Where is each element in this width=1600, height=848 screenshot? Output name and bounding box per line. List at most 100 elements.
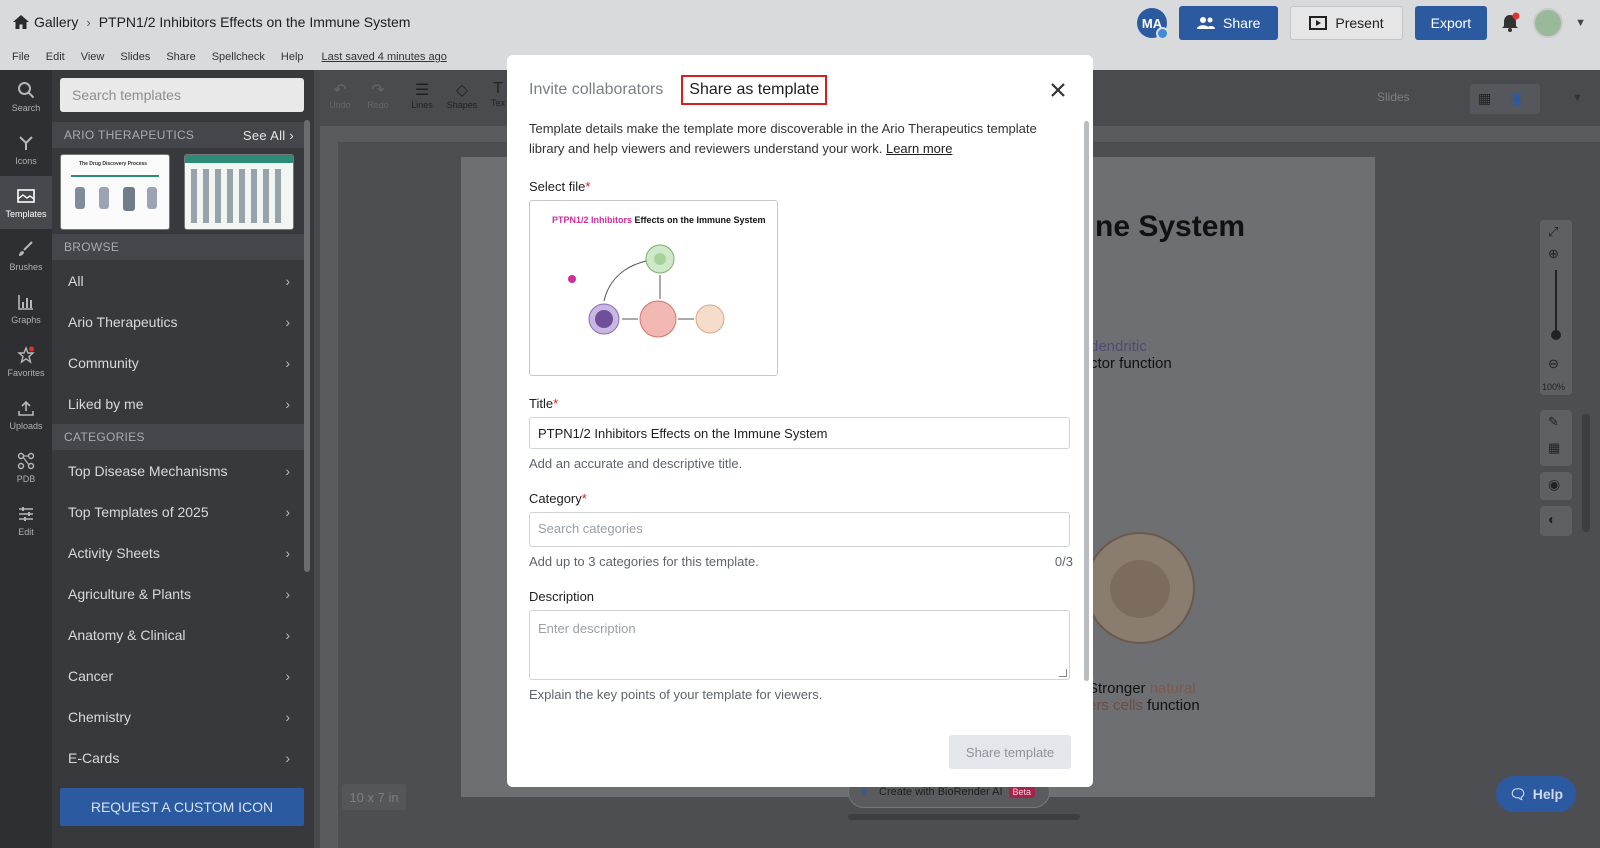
slide-text: ers cells function xyxy=(1088,697,1200,714)
zoom-level: 100% xyxy=(1542,382,1566,392)
help-button[interactable]: 🗨 Help xyxy=(1496,776,1576,812)
see-all-link[interactable]: See All › xyxy=(243,128,294,143)
gallery-link[interactable]: Gallery xyxy=(34,14,78,30)
rail-favorites[interactable]: Favorites xyxy=(0,335,52,388)
play-screen-icon xyxy=(1309,16,1328,30)
menu-share[interactable]: Share xyxy=(166,51,195,63)
user-avatar[interactable] xyxy=(1533,8,1564,38)
description-textarea[interactable]: Enter description xyxy=(529,610,1070,680)
chevron-right-icon: › xyxy=(285,708,290,725)
fit-screen-icon[interactable]: ⤢ xyxy=(1548,224,1558,240)
request-custom-icon-button[interactable]: REQUEST A CUSTOM ICON xyxy=(60,788,304,826)
zoom-out-icon[interactable]: ⊖ xyxy=(1548,356,1559,372)
canvas-horizontal-scrollbar[interactable] xyxy=(848,814,1080,820)
rail-pdb[interactable]: PDB xyxy=(0,441,52,494)
category-item[interactable]: Cancer › xyxy=(52,655,306,696)
category-item[interactable]: Agriculture & Plants › xyxy=(52,573,306,614)
cell-nucleus xyxy=(1110,560,1170,618)
thumbnail-line xyxy=(71,175,159,177)
chevron-down-icon[interactable]: ▼ xyxy=(1572,92,1583,104)
present-button[interactable]: Present xyxy=(1290,6,1403,40)
zoom-slider-handle[interactable] xyxy=(1551,330,1561,340)
single-view-icon[interactable]: ▣ xyxy=(1510,90,1523,107)
category-item-label: E-Cards xyxy=(68,749,120,766)
templates-icon xyxy=(17,188,35,203)
menu-view[interactable]: View xyxy=(81,51,105,63)
ruler-icon[interactable]: ✎ xyxy=(1548,414,1559,430)
search-templates-input[interactable]: Search templates xyxy=(60,78,304,112)
panel-scrollbar[interactable] xyxy=(304,120,310,572)
category-item[interactable]: Activity Sheets › xyxy=(52,532,306,573)
zoom-slider[interactable] xyxy=(1555,270,1557,336)
resize-handle[interactable] xyxy=(1059,669,1067,677)
file-preview[interactable]: PTPN1/2 Inhibitors Effects on the Immune… xyxy=(529,200,778,376)
slides-toggle[interactable]: Slides xyxy=(1377,90,1410,104)
left-rail: Search Icons Templates Brushes Graphs Fa… xyxy=(0,70,52,848)
browse-item-label: All xyxy=(68,272,84,289)
undo-button[interactable]: ↶ Undo xyxy=(322,80,358,110)
menu-help[interactable]: Help xyxy=(281,51,304,63)
org-section-header: ARIO THERAPEUTICS See All › xyxy=(52,122,306,148)
modal-scrollbar[interactable] xyxy=(1084,121,1089,681)
template-thumbnail-2[interactable] xyxy=(184,154,294,230)
lines-button[interactable]: ☰ Lines xyxy=(404,80,440,110)
canvas-vertical-scrollbar[interactable] xyxy=(1582,414,1590,532)
title-label-text: Title xyxy=(529,396,554,411)
menu-edit[interactable]: Edit xyxy=(46,51,65,63)
page-size-chip[interactable]: 10 x 7 in xyxy=(342,784,406,810)
document-title[interactable]: PTPN1/2 Inhibitors Effects on the Immune… xyxy=(99,14,411,30)
eye-icon[interactable]: ◉ xyxy=(1548,476,1560,493)
rail-brushes[interactable]: Brushes xyxy=(0,229,52,282)
chevron-right-icon: › xyxy=(285,667,290,684)
present-button-label: Present xyxy=(1335,15,1384,31)
category-item[interactable]: Anatomy & Clinical › xyxy=(52,614,306,655)
preview-nk-cell xyxy=(695,304,725,334)
view-toggle[interactable]: ▦ ▣ xyxy=(1470,84,1540,114)
tab-share-as-template[interactable]: Share as template xyxy=(681,75,828,105)
rail-favorites-label: Favorites xyxy=(7,367,45,378)
template-thumbnail-1[interactable]: The Drug Discovery Process xyxy=(60,154,170,230)
menu-file[interactable]: File xyxy=(12,51,30,63)
category-item[interactable]: Top Templates of 2025 › xyxy=(52,491,306,532)
rail-templates-label: Templates xyxy=(5,208,47,219)
home-icon[interactable] xyxy=(12,14,30,30)
shapes-button[interactable]: ◇ Shapes xyxy=(444,80,480,110)
browse-item-liked[interactable]: Liked by me › xyxy=(52,383,306,424)
rail-edit[interactable]: Edit xyxy=(0,494,52,547)
menu-spellcheck[interactable]: Spellcheck xyxy=(212,51,265,63)
category-item[interactable]: Top Disease Mechanisms › xyxy=(52,450,306,491)
category-item[interactable]: E-Cards › xyxy=(52,737,306,778)
learn-more-link[interactable]: Learn more xyxy=(886,141,952,156)
collaborator-avatar[interactable]: MA xyxy=(1137,8,1170,40)
browse-item-ario[interactable]: Ario Therapeutics › xyxy=(52,301,306,342)
rail-templates[interactable]: Templates xyxy=(0,176,52,229)
contrast-icon[interactable]: ◐ xyxy=(1548,511,1556,527)
bell-icon[interactable] xyxy=(1499,12,1521,34)
browse-item-label: Community xyxy=(68,354,139,371)
export-button[interactable]: Export xyxy=(1414,6,1488,40)
category-label: Category* xyxy=(529,491,1073,506)
thumbnail-figure xyxy=(123,187,135,211)
rail-uploads[interactable]: Uploads xyxy=(0,388,52,441)
browse-item-all[interactable]: All › xyxy=(52,260,306,301)
rail-icons[interactable]: Icons xyxy=(0,123,52,176)
share-template-button[interactable]: Share template xyxy=(949,735,1071,769)
title-input[interactable]: PTPN1/2 Inhibitors Effects on the Immune… xyxy=(529,417,1070,449)
close-icon[interactable] xyxy=(1049,81,1067,99)
rail-search[interactable]: Search xyxy=(0,70,52,123)
grid-icon[interactable]: ▦ xyxy=(1548,440,1560,456)
chevron-down-icon[interactable]: ▼ xyxy=(1575,17,1586,29)
grid-view-icon[interactable]: ▦ xyxy=(1478,90,1491,107)
category-search-input[interactable]: Search categories xyxy=(529,512,1070,547)
rail-graphs[interactable]: Graphs xyxy=(0,282,52,335)
zoom-in-icon[interactable]: ⊕ xyxy=(1548,246,1559,262)
menu-slides[interactable]: Slides xyxy=(120,51,150,63)
share-button[interactable]: Share xyxy=(1179,6,1279,40)
category-item[interactable]: Chemistry › xyxy=(52,696,306,737)
redo-button[interactable]: ↷ Redo xyxy=(360,80,396,110)
last-saved-link[interactable]: Last saved 4 minutes ago xyxy=(322,51,447,63)
slide-text: Stronger natural xyxy=(1088,680,1196,697)
tab-invite-collaborators[interactable]: Invite collaborators xyxy=(529,81,663,99)
browse-item-community[interactable]: Community › xyxy=(52,342,306,383)
chevron-right-icon: › xyxy=(285,395,290,412)
